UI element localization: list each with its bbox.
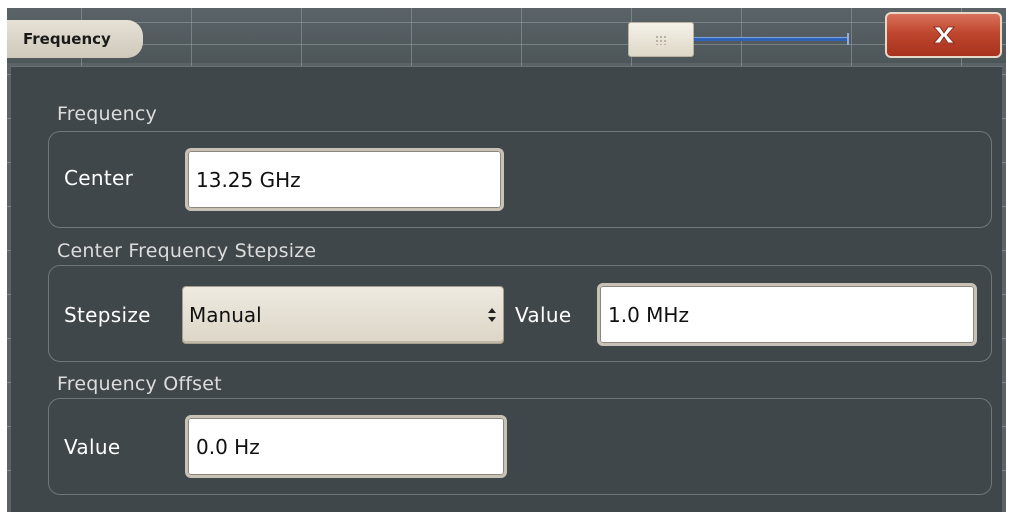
offset-value-label: Value xyxy=(64,435,121,459)
dialog-title: Frequency xyxy=(7,20,143,58)
stepsize-group: Stepsize Manual Value xyxy=(48,265,992,362)
center-frequency-field[interactable] xyxy=(185,148,504,211)
updown-arrows-icon xyxy=(488,308,496,322)
stepsize-value-input[interactable] xyxy=(600,286,974,343)
center-label: Center xyxy=(64,166,134,190)
transparency-slider-thumb[interactable] xyxy=(628,22,694,57)
offset-value-field[interactable] xyxy=(185,415,507,478)
section-title-frequency: Frequency xyxy=(57,103,157,125)
dialog-titlebar[interactable]: Frequency xyxy=(7,8,1006,63)
stepsize-value-label: Value xyxy=(515,303,572,327)
transparency-slider-track[interactable] xyxy=(693,37,849,41)
center-frequency-input[interactable] xyxy=(188,151,501,208)
offset-group: Value xyxy=(48,398,992,495)
frequency-dialog: Frequency Frequency Center Center Freque… xyxy=(7,8,1006,512)
dialog-content: Frequency Center Center Frequency Stepsi… xyxy=(11,66,1002,512)
grip-icon xyxy=(655,35,667,45)
stepsize-selected-value: Manual xyxy=(189,303,262,327)
transparency-slider-end xyxy=(847,33,849,45)
close-icon xyxy=(932,26,955,44)
stepsize-label: Stepsize xyxy=(64,303,151,327)
close-button[interactable] xyxy=(885,12,1002,58)
section-title-offset: Frequency Offset xyxy=(57,373,222,395)
offset-value-input[interactable] xyxy=(188,418,504,475)
stepsize-select[interactable]: Manual xyxy=(182,286,504,344)
frequency-group: Center xyxy=(48,131,992,228)
section-title-stepsize: Center Frequency Stepsize xyxy=(57,240,317,262)
stepsize-value-field[interactable] xyxy=(597,283,977,346)
